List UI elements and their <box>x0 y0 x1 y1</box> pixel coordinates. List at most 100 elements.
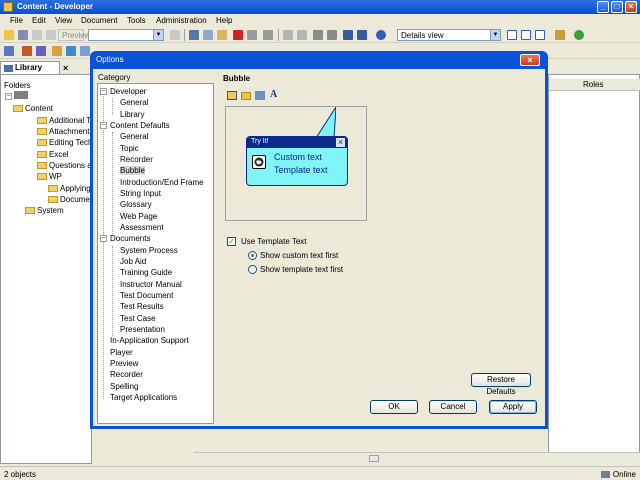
tree-node-web-page[interactable]: Web Page <box>120 212 157 221</box>
new-package-icon[interactable] <box>80 46 90 56</box>
preview-button[interactable]: Preview <box>58 29 90 41</box>
columns-view-icon[interactable] <box>535 30 545 40</box>
close-button[interactable]: × <box>625 1 637 13</box>
use-template-label[interactable]: Use Template Text <box>241 237 307 246</box>
custom-first-radio[interactable] <box>248 251 257 260</box>
tree-node-in-application-support[interactable]: In-Application Support <box>110 336 189 345</box>
cut-icon[interactable] <box>189 30 199 40</box>
tree-node-topic[interactable]: Topic <box>120 144 139 153</box>
tab-library[interactable]: Library <box>0 61 60 74</box>
template-first-radio[interactable] <box>248 265 257 274</box>
menu-view[interactable]: View <box>55 16 72 25</box>
paste-icon[interactable] <box>217 30 227 40</box>
view-mode-select[interactable]: Details view ▼ <box>397 29 501 41</box>
tree-node-content-defaults[interactable]: Content Defaults <box>110 121 170 130</box>
bubble-properties-icon[interactable] <box>227 91 237 100</box>
library-item[interactable]: System <box>25 206 64 215</box>
library-item[interactable]: Applying f <box>48 184 95 193</box>
menu-help[interactable]: Help <box>216 16 232 25</box>
tree-node-general[interactable]: General <box>120 132 148 141</box>
record-icon[interactable] <box>52 46 62 56</box>
tree-node-developer[interactable]: Developer <box>110 87 146 96</box>
find-icon[interactable] <box>263 30 273 40</box>
new-topic-icon[interactable] <box>36 46 46 56</box>
tree-node-presentation[interactable]: Presentation <box>120 325 165 334</box>
close-icon[interactable]: × <box>63 63 68 73</box>
menu-file[interactable]: File <box>10 16 23 25</box>
menu-edit[interactable]: Edit <box>32 16 46 25</box>
tree-node-spelling[interactable]: Spelling <box>110 382 138 391</box>
maximize-button[interactable]: □ <box>611 1 623 13</box>
delete-icon[interactable] <box>233 30 243 40</box>
apply-button[interactable]: Apply <box>489 400 537 414</box>
open-folder-icon[interactable] <box>4 30 14 40</box>
tree-node-training-guide[interactable]: Training Guide <box>120 268 172 277</box>
save-all-icon[interactable] <box>32 30 42 40</box>
tree-node-documents[interactable]: Documents <box>110 234 150 243</box>
template-first-label[interactable]: Show template text first <box>260 265 343 274</box>
new-web-page-icon[interactable] <box>66 46 76 56</box>
scrollbar-thumb-grip[interactable] <box>369 455 379 462</box>
tree-node-string-input[interactable]: String Input <box>120 189 161 198</box>
collapse-icon[interactable]: − <box>100 122 107 129</box>
minimize-button[interactable]: _ <box>597 1 609 13</box>
collapse-icon[interactable] <box>327 30 337 40</box>
properties-icon[interactable] <box>247 30 257 40</box>
print-icon[interactable] <box>46 30 56 40</box>
tree-node-target-applications[interactable]: Target Applications <box>110 393 177 402</box>
chevron-down-icon[interactable]: ▼ <box>490 30 500 40</box>
dialog-close-button[interactable]: × <box>520 54 540 66</box>
custom-first-label[interactable]: Show custom text first <box>260 251 338 260</box>
tree-node-test-results[interactable]: Test Results <box>120 302 164 311</box>
help-icon[interactable] <box>376 30 386 40</box>
redo-icon[interactable] <box>297 30 307 40</box>
link-icon[interactable] <box>170 30 180 40</box>
tree-node-assessment[interactable]: Assessment <box>120 223 164 232</box>
tree-node-player[interactable]: Player <box>110 348 133 357</box>
cancel-button[interactable]: Cancel <box>429 400 477 414</box>
horizontal-scrollbar[interactable] <box>194 452 640 464</box>
menu-administration[interactable]: Administration <box>156 16 207 25</box>
details-view-icon[interactable] <box>507 30 517 40</box>
library-item[interactable]: Attachments <box>37 127 93 136</box>
restore-defaults-button[interactable]: Restore Defaults <box>471 373 531 396</box>
split-view-icon[interactable] <box>521 30 531 40</box>
menu-document[interactable]: Document <box>81 16 117 25</box>
copy-icon[interactable] <box>203 30 213 40</box>
chevron-down-icon[interactable]: ▼ <box>153 30 163 40</box>
library-item[interactable]: Editing Techn <box>37 138 97 147</box>
binoculars-icon[interactable] <box>343 30 353 40</box>
collapse-icon[interactable]: − <box>5 93 12 100</box>
refresh-icon[interactable] <box>574 30 584 40</box>
column-header-roles[interactable]: Roles <box>583 80 603 89</box>
publish-icon[interactable] <box>555 30 565 40</box>
search-combo[interactable]: ▼ <box>88 29 164 41</box>
new-section-icon[interactable] <box>22 46 32 56</box>
tree-node-test-case[interactable]: Test Case <box>120 314 156 323</box>
collapse-icon[interactable]: − <box>100 235 107 242</box>
tree-node-system-process[interactable]: System Process <box>120 246 178 255</box>
save-icon[interactable] <box>18 30 28 40</box>
tree-node-instructor-manual[interactable]: Instructor Manual <box>120 280 182 289</box>
expand-icon[interactable] <box>313 30 323 40</box>
tree-node-library[interactable]: Library <box>120 110 144 119</box>
library-root[interactable]: − <box>5 91 29 100</box>
paint-bucket-icon[interactable] <box>255 91 265 100</box>
tree-node-preview[interactable]: Preview <box>110 359 138 368</box>
library-item[interactable]: Documen <box>48 195 94 204</box>
tree-node-bubble[interactable]: Bubble <box>120 166 145 175</box>
library-item[interactable]: WP <box>37 172 62 181</box>
collapse-icon[interactable]: − <box>100 88 107 95</box>
font-icon[interactable]: A <box>270 89 277 100</box>
ok-button[interactable]: OK <box>370 400 418 414</box>
open-folder-icon[interactable] <box>241 92 251 100</box>
tree-node-glossary[interactable]: Glossary <box>120 200 152 209</box>
spell-check-icon[interactable] <box>357 30 367 40</box>
tree-node-test-document[interactable]: Test Document <box>120 291 173 300</box>
tree-node-introduction-end-frame[interactable]: Introduction/End Frame <box>120 178 204 187</box>
menu-tools[interactable]: Tools <box>127 16 146 25</box>
tree-node-job-aid[interactable]: Job Aid <box>120 257 146 266</box>
tree-node-general[interactable]: General <box>120 98 148 107</box>
new-module-icon[interactable] <box>4 46 14 56</box>
tree-node-recorder[interactable]: Recorder <box>110 370 143 379</box>
